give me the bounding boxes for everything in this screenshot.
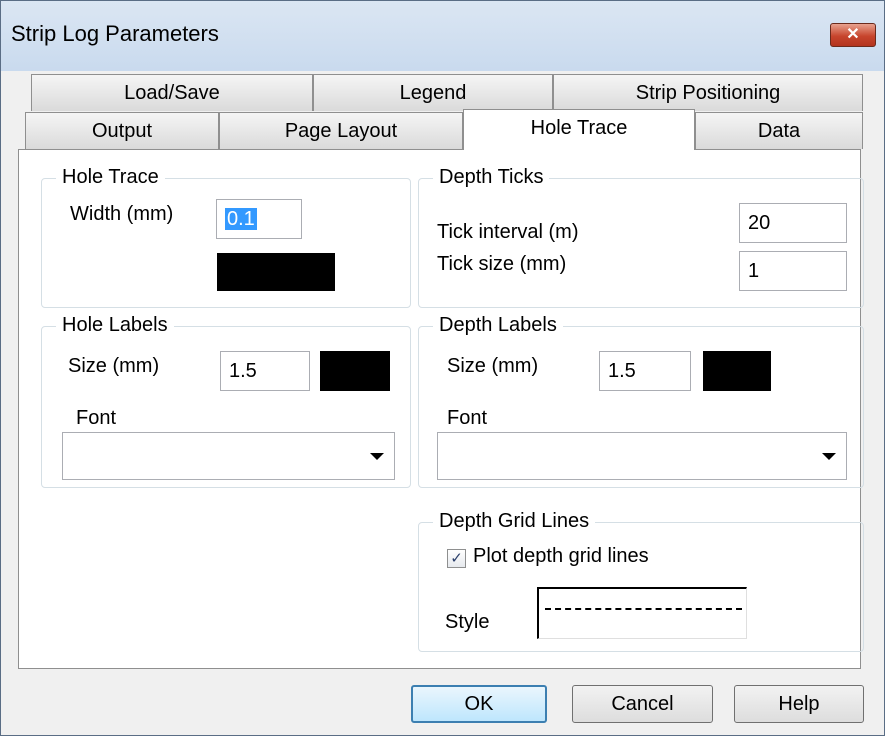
ok-label: OK [464, 693, 494, 715]
hole-label-color-swatch[interactable] [320, 351, 390, 391]
dialog-window: Strip Log Parameters ✕ Load/Save Legend … [0, 0, 885, 736]
hole-label-size-label: Size (mm) [68, 355, 160, 377]
tab-page-layout[interactable]: Page Layout [219, 112, 463, 149]
tab-data[interactable]: Data [695, 112, 863, 149]
hole-labels-group: Hole Labels Size (mm) 1.5 Font [41, 314, 411, 488]
tab-label: Page Layout [284, 120, 398, 142]
depth-ticks-group: Depth Ticks Tick interval (m) 20 Tick si… [418, 166, 864, 308]
width-input[interactable]: 0.1 [216, 199, 302, 239]
grid-style-picker[interactable] [537, 587, 747, 639]
depth-label-size-label: Size (mm) [447, 355, 539, 377]
tick-interval-value: 20 [748, 212, 771, 234]
tab-strip-positioning[interactable]: Strip Positioning [553, 74, 863, 111]
group-title: Depth Labels [433, 314, 563, 337]
chevron-down-icon [370, 453, 384, 460]
group-title: Hole Labels [56, 314, 174, 337]
hole-label-font-label: Font [76, 407, 117, 429]
width-label: Width (mm) [70, 203, 174, 225]
ok-button[interactable]: OK [411, 685, 547, 723]
group-title: Depth Ticks [433, 166, 550, 189]
help-label: Help [778, 693, 820, 715]
tab-output[interactable]: Output [25, 112, 219, 149]
depth-labels-group: Depth Labels Size (mm) 1.5 Font [418, 314, 864, 488]
tick-size-label: Tick size (mm) [437, 253, 567, 275]
dashed-line-preview [545, 608, 742, 610]
tick-size-input[interactable]: 1 [739, 251, 847, 291]
tab-panel: Hole Trace Width (mm) 0.1 Depth Ticks Ti… [18, 149, 864, 669]
width-value: 0.1 [225, 208, 257, 230]
tick-interval-input[interactable]: 20 [739, 203, 847, 243]
tab-load-save[interactable]: Load/Save [31, 74, 313, 111]
hole-label-font-dropdown[interactable] [62, 432, 395, 480]
tick-size-value: 1 [748, 260, 760, 282]
window-title: Strip Log Parameters [11, 21, 219, 46]
plot-grid-lines-checkbox[interactable]: ✓ [447, 549, 466, 568]
trace-color-swatch[interactable] [217, 253, 335, 291]
depth-label-size-value: 1.5 [608, 360, 636, 382]
grid-style-label: Style [445, 611, 490, 633]
title-bar[interactable]: Strip Log Parameters ✕ [1, 1, 884, 71]
check-icon: ✓ [450, 550, 463, 567]
group-title: Hole Trace [56, 166, 165, 189]
tab-legend[interactable]: Legend [313, 74, 553, 111]
tab-label: Strip Positioning [635, 82, 781, 104]
close-button[interactable]: ✕ [830, 23, 876, 47]
plot-grid-lines-label[interactable]: Plot depth grid lines [473, 545, 649, 568]
depth-label-size-input[interactable]: 1.5 [599, 351, 691, 391]
close-icon: ✕ [846, 26, 860, 43]
cancel-label: Cancel [611, 693, 674, 715]
hole-label-size-value: 1.5 [229, 360, 257, 382]
hole-trace-group: Hole Trace Width (mm) 0.1 [41, 166, 411, 308]
tab-label: Load/Save [124, 82, 220, 104]
depth-grid-lines-group: Depth Grid Lines ✓ Plot depth grid lines… [418, 510, 864, 652]
tab-hole-trace[interactable]: Hole Trace [463, 109, 695, 150]
tab-label: Hole Trace [530, 117, 628, 139]
tick-interval-label: Tick interval (m) [437, 221, 579, 243]
depth-label-font-dropdown[interactable] [437, 432, 847, 480]
depth-label-color-swatch[interactable] [703, 351, 771, 391]
depth-label-font-label: Font [447, 407, 488, 429]
tab-label: Output [91, 120, 153, 142]
tab-label: Data [757, 120, 801, 142]
tab-label: Legend [399, 82, 467, 104]
group-title: Depth Grid Lines [433, 510, 596, 533]
hole-label-size-input[interactable]: 1.5 [220, 351, 310, 391]
help-button[interactable]: Help [734, 685, 864, 723]
chevron-down-icon [822, 453, 836, 460]
cancel-button[interactable]: Cancel [572, 685, 713, 723]
